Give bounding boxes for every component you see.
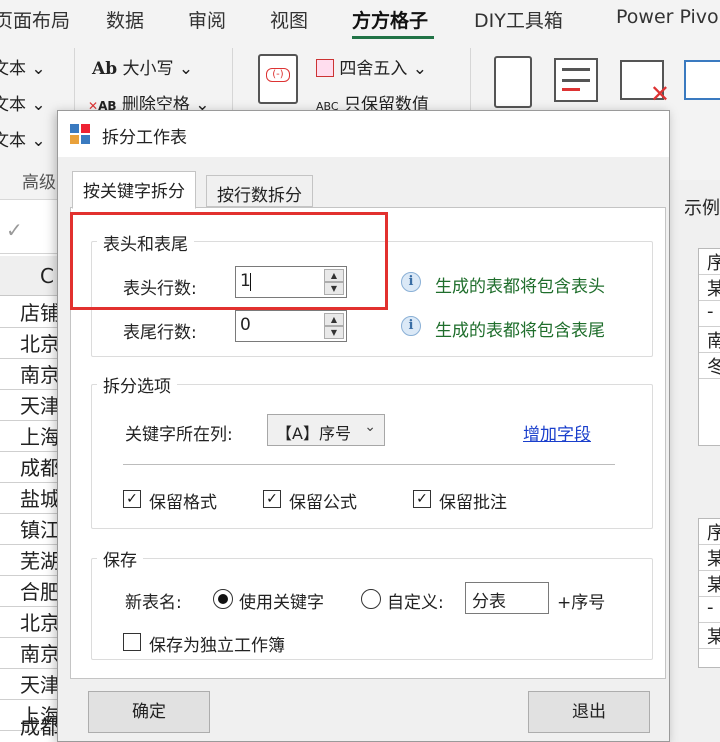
cell[interactable]: 成都 — [0, 711, 60, 742]
tab-power-pivot[interactable]: Power Pivo — [616, 6, 719, 28]
keep-format-label: 保留格式 — [149, 493, 217, 513]
info-icon: i — [401, 316, 421, 336]
ribbon-group-advanced: 高级 — [22, 173, 56, 193]
footer-rows-spinner[interactable]: 0 ▲ ▼ — [235, 310, 347, 342]
example-label: 示例 — [684, 198, 720, 219]
use-keyword-radio[interactable] — [213, 589, 233, 609]
info-icon: i — [401, 272, 421, 292]
keep-formula-checkbox[interactable]: ✓ — [263, 490, 281, 508]
formula-bar-fragment: ✓ — [0, 210, 60, 254]
dialog-titlebar[interactable]: 拆分工作表 — [58, 111, 669, 157]
case-button[interactable]: Ab 大小写 ⌄ — [92, 54, 193, 79]
keep-formula-label: 保留公式 — [289, 493, 357, 513]
tab-fangfang[interactable]: 方方格子 — [352, 6, 428, 33]
use-keyword-label: 使用关键字 — [239, 593, 324, 613]
custom-radio[interactable] — [361, 589, 381, 609]
key-column-select[interactable]: 【A】序号 ⌄ — [267, 414, 385, 446]
save-group-title: 保存 — [97, 546, 143, 571]
split-sheet-dialog: 拆分工作表 按关键字拆分 按行数拆分 表头和表尾 表头行数: 1 ▲ ▼ i 生成… — [57, 110, 670, 742]
cell[interactable]: 北京 — [0, 607, 60, 638]
highlight-box — [70, 212, 388, 310]
tab-diy-toolbox[interactable]: DIY工具箱 — [474, 6, 563, 33]
custom-name-input[interactable]: 分表 — [465, 582, 549, 614]
cell[interactable]: 店铺 — [0, 297, 60, 328]
numeric-icon[interactable]: (-) — [258, 54, 298, 104]
key-column-label: 关键字所在列: — [125, 425, 233, 445]
cell[interactable]: 南京 — [0, 638, 60, 669]
clipboard-icon[interactable] — [494, 56, 532, 108]
round-button[interactable]: 四舍五入 ⌄ — [316, 54, 427, 79]
custom-label: 自定义: — [387, 593, 444, 613]
case-icon: Ab — [92, 59, 118, 79]
ribbon-tab-bar: 页面布局 数据 审阅 视图 方方格子 DIY工具箱 Power Pivo — [0, 0, 720, 40]
column-header[interactable]: C — [0, 256, 60, 296]
footer-rows-label: 表尾行数: — [123, 323, 197, 343]
cell[interactable]: 合肥 — [0, 576, 60, 607]
keep-comment-checkbox[interactable]: ✓ — [413, 490, 431, 508]
save-as-workbook-label: 保存为独立工作簿 — [149, 636, 285, 656]
tab-split-by-keyword[interactable]: 按关键字拆分 — [72, 171, 196, 209]
tab-split-by-rows[interactable]: 按行数拆分 — [206, 175, 313, 207]
header-hint: 生成的表都将包含表头 — [435, 277, 605, 297]
tab-review[interactable]: 审阅 — [188, 6, 226, 33]
footer-rows-value: 0 — [240, 315, 251, 335]
cell[interactable]: 北京 — [0, 328, 60, 359]
split-options-group-title: 拆分选项 — [97, 372, 177, 397]
spin-up-icon[interactable]: ▲ — [324, 313, 344, 326]
example-preview-1: 序 某 - 南 冬 — [698, 248, 720, 446]
active-tab-indicator — [352, 36, 434, 39]
check-icon[interactable]: ✓ — [6, 218, 23, 242]
tab-data[interactable]: 数据 — [106, 6, 144, 33]
document-lines-icon[interactable] — [554, 58, 598, 102]
add-field-link[interactable]: 增加字段 — [523, 420, 591, 445]
grid-delete-icon[interactable]: ✕ — [620, 60, 670, 108]
ribbon-text-item-3[interactable]: 文本 ⌄ — [0, 126, 46, 151]
cell[interactable]: 镇江 — [0, 514, 60, 545]
example-preview-2: 序 某 某 - 某 — [698, 518, 720, 668]
divider — [123, 464, 615, 465]
dialog-title: 拆分工作表 — [102, 128, 187, 148]
chevron-down-icon: ⌄ — [364, 419, 376, 435]
round-icon — [316, 59, 334, 77]
new-sheet-name-label: 新表名: — [125, 593, 182, 613]
exit-button[interactable]: 退出 — [528, 691, 650, 733]
cell[interactable]: 天津 — [0, 390, 60, 421]
suffix-label: +序号 — [557, 593, 606, 613]
cell[interactable]: 芜湖 — [0, 545, 60, 576]
cell[interactable]: 上海 — [0, 421, 60, 452]
keep-format-checkbox[interactable]: ✓ — [123, 490, 141, 508]
split-sheet-icon[interactable] — [684, 60, 720, 100]
cell[interactable]: 天津 — [0, 669, 60, 700]
cell[interactable]: 南京 — [0, 359, 60, 390]
app-icon — [70, 124, 90, 144]
tab-view[interactable]: 视图 — [270, 6, 308, 33]
cell[interactable]: 盐城 — [0, 483, 60, 514]
footer-hint: 生成的表都将包含表尾 — [435, 321, 605, 341]
ribbon-text-item-2[interactable]: 文本 ⌄ — [0, 90, 46, 115]
ribbon-text-item-1[interactable]: 文本 ⌄ — [0, 54, 46, 79]
spin-down-icon[interactable]: ▼ — [324, 326, 344, 339]
ok-button[interactable]: 确定 — [88, 691, 210, 733]
keep-comment-label: 保留批注 — [439, 493, 507, 513]
save-as-workbook-checkbox[interactable] — [123, 633, 141, 651]
cell[interactable]: 成都 — [0, 452, 60, 483]
tab-page-layout[interactable]: 页面布局 — [0, 6, 70, 33]
